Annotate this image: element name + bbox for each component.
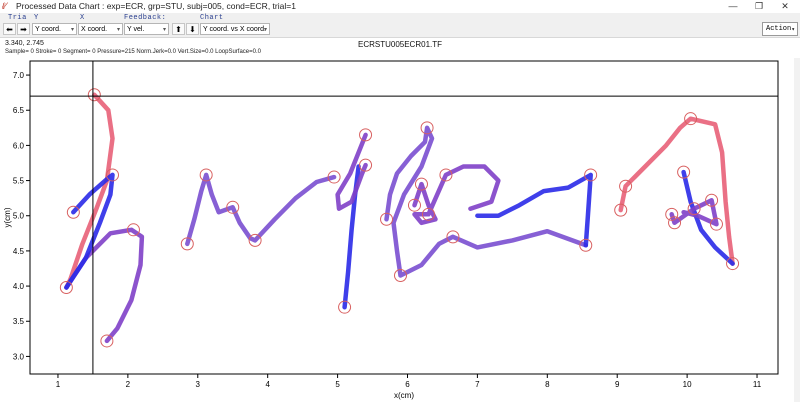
- y-tick-label: 4.5: [13, 247, 25, 256]
- y-tick-label: 3.5: [13, 317, 25, 326]
- y-tick-label: 3.0: [13, 352, 25, 361]
- y-tick-label: 5.0: [13, 212, 25, 221]
- y-tick-label: 6.5: [13, 106, 25, 115]
- y-tick-label: 4.0: [13, 282, 25, 291]
- x-tick-label: 8: [545, 380, 550, 389]
- x-tick-label: 2: [126, 380, 131, 389]
- x-tick-label: 11: [753, 380, 762, 389]
- x-tick-label: 3: [196, 380, 201, 389]
- y-tick-label: 7.0: [13, 71, 25, 80]
- x-tick-label: 9: [615, 380, 620, 389]
- x-tick-label: 10: [683, 380, 692, 389]
- x-tick-label: 7: [475, 380, 480, 389]
- plot-area: [29, 60, 779, 375]
- x-tick-label: 1: [56, 380, 61, 389]
- x-tick-label: 5: [335, 380, 340, 389]
- y-tick-label: 6.0: [13, 141, 25, 150]
- y-tick-label: 5.5: [13, 177, 25, 186]
- x-axis-label: x(cm): [394, 391, 414, 400]
- x-tick-label: 6: [405, 380, 410, 389]
- x-tick-label: 4: [265, 380, 270, 389]
- vertical-scrollbar[interactable]: [794, 58, 800, 402]
- handwriting-chart[interactable]: 1 2 3 4 5 6 7 8 9 10 11 3.0 3.5 4.0 4.5 5.0 5.5 6.0 6.5 7.0…: [0, 0, 800, 402]
- y-axis-label: y(cm): [3, 207, 12, 227]
